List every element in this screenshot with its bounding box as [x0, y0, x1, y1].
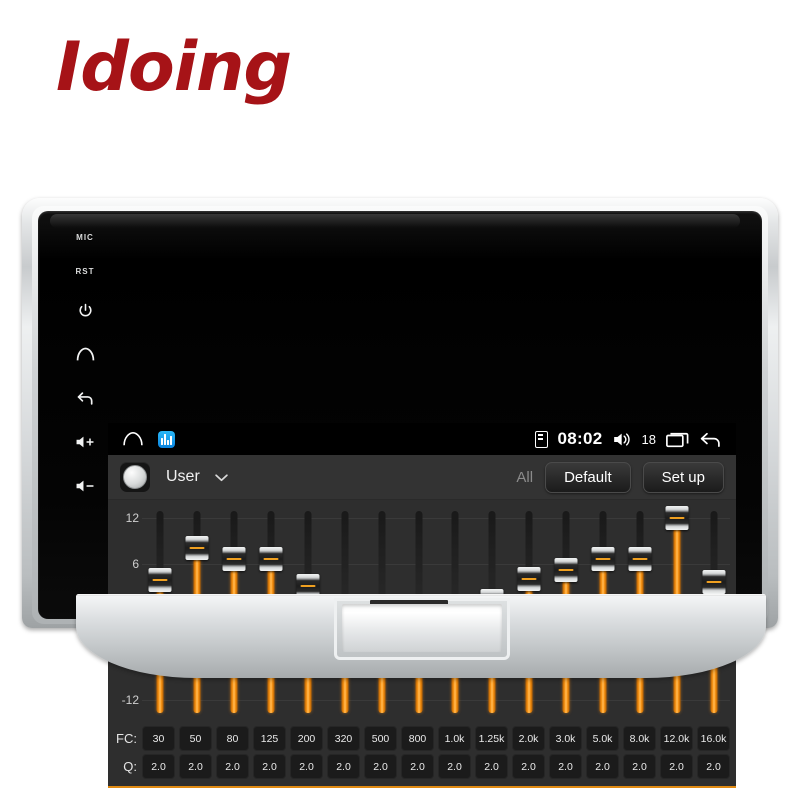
reset-port[interactable]: RST [76, 254, 95, 288]
reset-label: RST [75, 266, 95, 276]
fc-cell[interactable]: 200 [290, 726, 323, 751]
fc-cell[interactable]: 8.0k [623, 726, 656, 751]
brand-logo: Idoing [56, 28, 292, 107]
fc-cell[interactable]: 2.0k [512, 726, 545, 751]
fc-row: FC: 30 50 80 125 200 320 500 800 1.0k 1.25k 2.0k 3.… [108, 726, 736, 751]
recents-icon[interactable] [666, 431, 689, 448]
q-cell[interactable]: 2.0 [253, 754, 286, 779]
q-cell[interactable]: 2.0 [475, 754, 508, 779]
fc-cell[interactable]: 3.0k [549, 726, 582, 751]
q-cell[interactable]: 2.0 [179, 754, 212, 779]
q-cell[interactable]: 2.0 [290, 754, 323, 779]
power-button[interactable] [77, 288, 94, 332]
q-cell[interactable]: 2.0 [660, 754, 693, 779]
q-cell[interactable]: 2.0 [401, 754, 434, 779]
axis-tick-label: -12 [121, 693, 139, 707]
fc-cell[interactable]: 12.0k [660, 726, 693, 751]
fc-cell[interactable]: 16.0k [697, 726, 730, 751]
mic-port: MIC [76, 220, 94, 254]
q-cell[interactable]: 2.0 [697, 754, 730, 779]
fc-cell[interactable]: 1.25k [475, 726, 508, 751]
slider-thumb[interactable] [517, 566, 541, 591]
fc-cell[interactable]: 800 [401, 726, 434, 751]
bottom-cutout-frame [334, 598, 510, 660]
q-row: Q: 2.0 2.0 2.0 2.0 2.0 2.0 2.0 2.0 2.0 2.0 2.0 2.0 2… [108, 754, 736, 779]
back-hardware-button[interactable] [76, 376, 95, 420]
slider-thumb[interactable] [185, 536, 209, 561]
slider-thumb[interactable] [702, 569, 726, 594]
volume-down-icon [76, 480, 94, 492]
android-status-bar: 08:02 18 [108, 423, 736, 455]
cutout-opening [342, 604, 502, 652]
status-clock: 08:02 [557, 429, 603, 448]
fc-cell[interactable]: 1.0k [438, 726, 471, 751]
q-cell[interactable]: 2.0 [512, 754, 545, 779]
fc-label: FC: [116, 731, 137, 746]
slider-thumb[interactable] [665, 506, 689, 530]
axis-tick-label: 6 [132, 556, 139, 571]
q-cell[interactable]: 2.0 [586, 754, 619, 779]
car-head-unit: MIC RST 08:02 18 User All Default Set up… [22, 198, 778, 788]
back-icon[interactable] [699, 431, 722, 448]
q-label: Q: [123, 759, 137, 774]
volume-icon [613, 432, 630, 446]
volume-down-button[interactable] [75, 464, 95, 508]
setup-button[interactable]: Set up [642, 461, 724, 493]
slider-thumb[interactable] [222, 546, 246, 571]
chevron-down-icon [215, 473, 228, 481]
slider-thumb[interactable] [259, 546, 283, 571]
fc-cell[interactable]: 30 [142, 726, 175, 751]
fc-cell[interactable]: 50 [179, 726, 212, 751]
mic-label: MIC [76, 232, 94, 242]
hardware-button-column: MIC RST [56, 220, 114, 592]
sim-card-icon [534, 430, 548, 448]
eq-toolbar: User All Default Set up [108, 455, 736, 500]
slider-thumb[interactable] [148, 568, 172, 593]
q-cell[interactable]: 2.0 [549, 754, 582, 779]
volume-level: 18 [641, 431, 656, 447]
power-icon [78, 303, 92, 316]
volume-up-button[interactable] [75, 420, 95, 464]
screenshot-root: Idoing MIC RST 08:02 18 User All Default… [0, 0, 800, 800]
mode-tab-bar: SurroundBass EnhancementFieldBass filter [108, 786, 736, 788]
q-cell[interactable]: 2.0 [327, 754, 360, 779]
slider-thumb[interactable] [628, 546, 652, 571]
preset-label: User [166, 468, 200, 485]
volume-up-icon [76, 436, 94, 448]
equalizer-app-icon[interactable] [158, 430, 175, 448]
fc-cell[interactable]: 80 [216, 726, 249, 751]
q-cell[interactable]: 2.0 [438, 754, 471, 779]
rotary-knob-icon [123, 465, 147, 489]
preset-selector[interactable]: User [166, 468, 229, 486]
band-parameter-table: FC: 30 50 80 125 200 320 500 800 1.0k 1.25k 2.0k 3.… [108, 724, 736, 786]
fc-cell[interactable]: 500 [364, 726, 397, 751]
slider-thumb[interactable] [591, 546, 615, 571]
all-label[interactable]: All [516, 469, 533, 486]
q-cell[interactable]: 2.0 [364, 754, 397, 779]
fc-cell[interactable]: 125 [253, 726, 286, 751]
slider-thumb[interactable] [554, 557, 578, 582]
q-cell[interactable]: 2.0 [142, 754, 175, 779]
home-hardware-button[interactable] [76, 332, 95, 376]
rotary-knob-button[interactable] [120, 462, 150, 492]
home-icon[interactable] [122, 431, 144, 447]
back-icon [77, 391, 93, 405]
axis-tick-label: 12 [125, 511, 139, 525]
default-button[interactable]: Default [545, 461, 631, 493]
fc-cell[interactable]: 320 [327, 726, 360, 751]
home-icon [76, 347, 94, 361]
q-cell[interactable]: 2.0 [623, 754, 656, 779]
fc-cell[interactable]: 5.0k [586, 726, 619, 751]
q-cell[interactable]: 2.0 [216, 754, 249, 779]
